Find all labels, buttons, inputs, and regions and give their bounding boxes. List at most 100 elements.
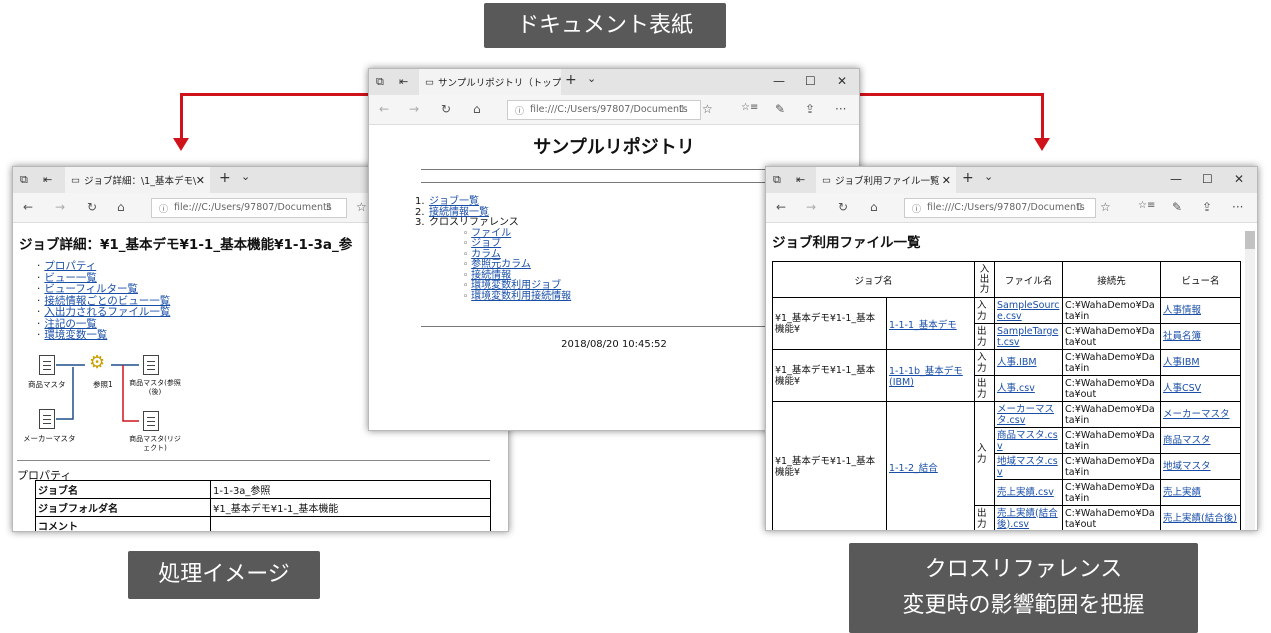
section-link[interactable]: 入出力されるファイル一覧: [44, 306, 170, 318]
job-folder-cell: ¥1_基本デモ¥1-1_基本機能¥: [772, 401, 887, 530]
url-field[interactable]: ⓘ file:///C:/Users/97807/Documents: [904, 198, 1096, 218]
url-field[interactable]: ⓘ file:///C:/Users/97807/Documents: [151, 198, 347, 218]
toc-sublink[interactable]: 接続情報: [471, 270, 511, 281]
refresh-icon[interactable]: ↻: [441, 102, 451, 116]
tab-list-icon[interactable]: ⌄: [984, 170, 993, 183]
tab-list-icon[interactable]: ⌄: [587, 72, 596, 85]
section-link[interactable]: プロパティ: [44, 260, 96, 272]
view-link[interactable]: 人事情報: [1163, 305, 1201, 316]
minimize-icon[interactable]: —: [773, 74, 785, 88]
toc-label[interactable]: 接続情報一覧: [429, 207, 489, 218]
tabs-aside-icon[interactable]: ⧉: [376, 75, 384, 89]
share-icon[interactable]: ⇪: [805, 102, 815, 116]
view-link[interactable]: 社員名簿: [1163, 331, 1201, 342]
new-tab-icon[interactable]: +: [962, 170, 974, 186]
tab-close-icon[interactable]: ✕: [942, 174, 951, 187]
section-link[interactable]: 環境変数一覧: [44, 329, 107, 341]
refresh-icon[interactable]: ↻: [87, 200, 97, 214]
favorites-hub-icon[interactable]: ☆≡: [1138, 200, 1155, 211]
file-link[interactable]: 売上実績(結合後).csv: [997, 508, 1058, 530]
home-icon[interactable]: ⌂: [117, 200, 125, 214]
tab-repository-top[interactable]: ▭ サンプルリポジトリ（トップ: [419, 69, 561, 95]
more-icon[interactable]: ···: [1232, 200, 1243, 214]
tab-list-icon[interactable]: ⌄: [241, 170, 250, 183]
file-link[interactable]: 人事.IBM: [997, 357, 1037, 368]
tab-close-icon[interactable]: ✕: [196, 174, 205, 187]
toc-sublink[interactable]: 参照元カラム: [471, 259, 531, 270]
tabs-set-aside-icon[interactable]: ⇤: [399, 75, 408, 88]
view-link[interactable]: 地域マスタ: [1163, 461, 1211, 472]
toc-sublink[interactable]: 環境変数利用接続情報: [471, 291, 571, 302]
job-link[interactable]: 1-1-2_結合: [889, 463, 938, 474]
header-io: 入出力: [974, 261, 996, 298]
forward-icon[interactable]: →: [409, 102, 419, 116]
view-link[interactable]: 売上実績(結合後): [1163, 513, 1237, 524]
view-link[interactable]: 売上実績: [1163, 487, 1201, 498]
file-link[interactable]: 人事.csv: [997, 383, 1035, 394]
favorite-icon[interactable]: ☆: [702, 102, 713, 116]
view-link[interactable]: 人事CSV: [1163, 383, 1201, 394]
maximize-icon[interactable]: ☐: [1202, 172, 1213, 186]
process-diagram: 商品マスタ メーカーマスタ ⚙ 参照1 商品マスタ(参照(後) 商品マスタ(リジ…: [13, 349, 213, 452]
tabs-set-aside-icon[interactable]: ⇤: [796, 173, 805, 186]
url-field[interactable]: ⓘ file:///C:/Users/97807/Documents: [507, 100, 701, 120]
view-link[interactable]: 人事IBM: [1163, 357, 1200, 368]
arrow-right-vertical: [1041, 93, 1044, 138]
file-link[interactable]: 地域マスタ.csv: [997, 456, 1058, 478]
favorite-icon[interactable]: ☆: [356, 200, 367, 214]
toc-sublink[interactable]: カラム: [471, 249, 501, 260]
file-link[interactable]: 売上実績.csv: [997, 487, 1054, 498]
tabs-set-aside-icon[interactable]: ⇤: [43, 173, 52, 186]
close-icon[interactable]: ✕: [1234, 172, 1244, 186]
toc-sublink[interactable]: 環境変数利用ジョブ: [471, 280, 561, 291]
tabs-aside-icon[interactable]: ⧉: [20, 173, 28, 187]
share-icon[interactable]: ⇪: [1202, 200, 1212, 214]
favorites-hub-icon[interactable]: ☆≡: [741, 102, 758, 113]
home-icon[interactable]: ⌂: [870, 200, 878, 214]
reading-view-icon[interactable]: ▯: [326, 202, 331, 212]
toc-label[interactable]: ジョブ一覧: [429, 196, 479, 207]
home-icon[interactable]: ⌂: [473, 102, 481, 116]
section-link[interactable]: 接続情報ごとのビュー一覧: [44, 295, 170, 307]
refresh-icon[interactable]: ↻: [838, 200, 848, 214]
connection-cell: C:¥WahaDemo¥Data¥in: [1062, 297, 1162, 324]
tab-job-files[interactable]: ▭ ジョブ利用ファイル一覧 ✕: [816, 167, 956, 193]
job-link[interactable]: 1-1-1_基本デモ: [889, 320, 957, 331]
favorite-icon[interactable]: ☆: [1100, 200, 1111, 214]
section-link[interactable]: ビュー一覧: [44, 272, 97, 284]
close-icon[interactable]: ✕: [837, 74, 847, 88]
section-link-list: · プロパティ · ビュー一覧 · ビューフィルター覧 · 接続情報ごとのビュー一覧 · 入出力さ…: [37, 260, 170, 342]
toc-sublink[interactable]: ファイル: [471, 228, 511, 239]
scrollbar[interactable]: [1245, 231, 1255, 530]
back-icon[interactable]: ←: [379, 102, 389, 116]
back-icon[interactable]: ←: [776, 200, 786, 214]
forward-icon[interactable]: →: [55, 200, 65, 214]
job-folder-cell: ¥1_基本デモ¥1-1_基本機能¥: [772, 349, 887, 402]
maximize-icon[interactable]: ☐: [805, 74, 816, 88]
scrollbar-thumb[interactable]: [1245, 231, 1255, 249]
file-link[interactable]: SampleSource.csv: [997, 300, 1059, 322]
notes-icon[interactable]: ✎: [1172, 200, 1182, 214]
job-link[interactable]: 1-1-1b_基本デモ(IBM): [889, 366, 963, 388]
tabs-aside-icon[interactable]: ⧉: [773, 173, 781, 187]
toc-sublink[interactable]: ジョブ: [471, 238, 501, 249]
section-link[interactable]: ビューフィルター覧: [44, 283, 138, 295]
page-content: ジョブ利用ファイル一覧 ジョブ名 入出力 ファイル名 接続先 ビュー名 ¥1_基…: [766, 223, 1257, 530]
file-link[interactable]: SampleTarget.csv: [997, 326, 1058, 348]
view-link[interactable]: メーカーマスタ: [1163, 409, 1230, 420]
file-link[interactable]: メーカーマスタ.csv: [997, 404, 1054, 426]
file-link[interactable]: 商品マスタ.csv: [997, 430, 1058, 452]
view-link[interactable]: 商品マスタ: [1163, 435, 1211, 446]
reading-view-icon[interactable]: ▯: [1077, 202, 1082, 212]
more-icon[interactable]: ···: [835, 102, 846, 116]
back-icon[interactable]: ←: [23, 200, 33, 214]
minimize-icon[interactable]: —: [1170, 172, 1182, 186]
new-tab-icon[interactable]: +: [219, 170, 231, 186]
notes-icon[interactable]: ✎: [775, 102, 785, 116]
page-icon: ▭: [822, 174, 831, 186]
new-tab-icon[interactable]: +: [565, 72, 577, 88]
reading-view-icon[interactable]: ▯: [679, 104, 684, 114]
forward-icon[interactable]: →: [806, 200, 816, 214]
tab-job-detail[interactable]: ▭ ジョブ詳細：\1_基本デモ\ ✕: [65, 167, 210, 193]
section-link[interactable]: 注記の一覧: [44, 318, 97, 330]
